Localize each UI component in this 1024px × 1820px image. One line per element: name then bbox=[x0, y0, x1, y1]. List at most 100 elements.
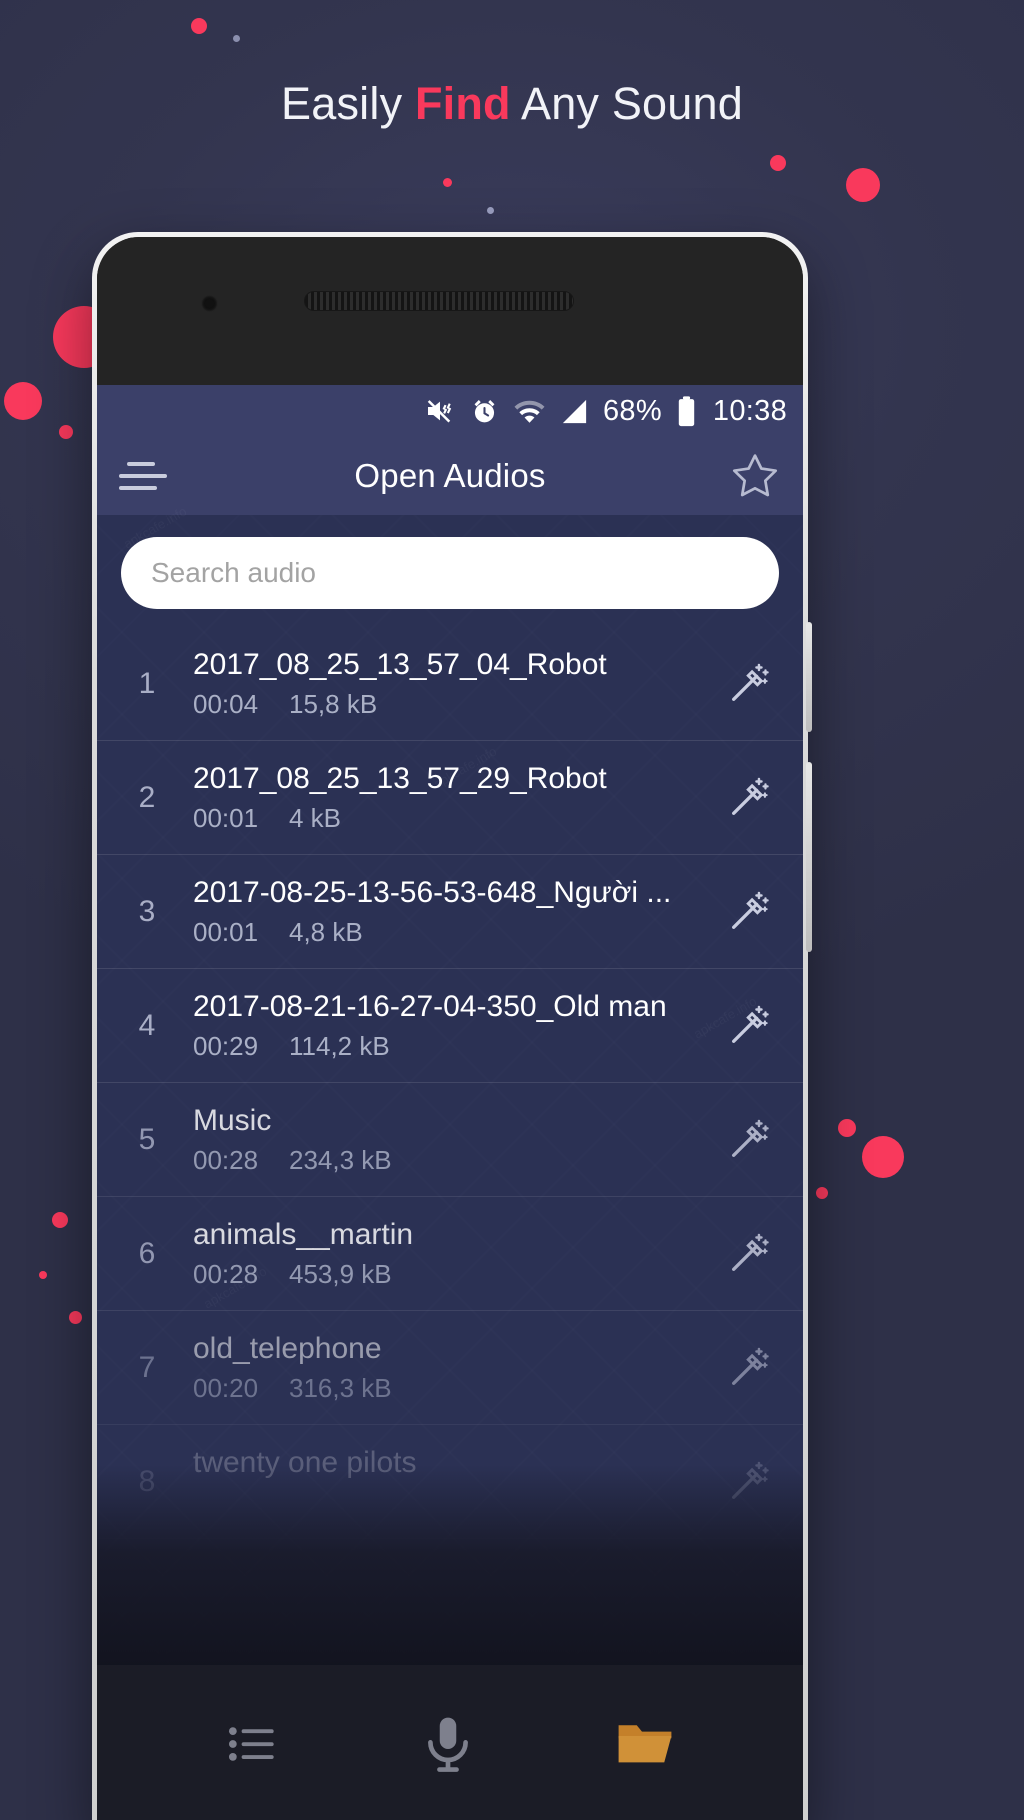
cell-signal-icon bbox=[562, 399, 587, 423]
phone-mockup: 68% 10:38 Open Audios Search audio 1 201… bbox=[92, 232, 812, 1820]
decor-dot bbox=[59, 425, 73, 439]
status-bar-clock: 10:38 bbox=[712, 394, 787, 427]
row-index: 5 bbox=[138, 1122, 156, 1156]
page-title: Easily Find Any Sound bbox=[0, 78, 1024, 130]
front-camera-icon bbox=[201, 295, 218, 312]
audio-list: 1 2017_08_25_13_57_04_Robot 00:04 15,8 kB bbox=[97, 627, 803, 1539]
decor-dot bbox=[191, 18, 207, 34]
table-row[interactable]: 1 2017_08_25_13_57_04_Robot 00:04 15,8 kB bbox=[97, 627, 803, 741]
status-bar: 68% 10:38 bbox=[97, 385, 803, 437]
row-title: old_telephone bbox=[193, 1332, 382, 1366]
magic-wand-icon[interactable] bbox=[721, 1345, 777, 1391]
magic-wand-icon[interactable] bbox=[721, 1117, 777, 1163]
decor-dot bbox=[39, 1271, 47, 1279]
star-outline-icon[interactable] bbox=[729, 449, 781, 503]
row-title: 2017-08-25-13-56-53-648_Người ... bbox=[193, 876, 672, 910]
row-meta: 00:04 15,8 kB bbox=[193, 689, 721, 720]
table-row[interactable]: 6 animals__martin 00:28 453,9 kB bbox=[97, 1197, 803, 1311]
magic-wand-icon[interactable] bbox=[721, 1231, 777, 1277]
table-row[interactable]: 4 2017-08-21-16-27-04-350_Old man 00:29 1… bbox=[97, 969, 803, 1083]
earpiece-speaker bbox=[304, 291, 574, 311]
headline-accent: Find bbox=[414, 78, 511, 129]
decor-dot bbox=[846, 168, 880, 202]
row-content: 2017_08_25_13_57_29_Robot 00:01 4 kB bbox=[175, 761, 721, 834]
row-size: 114,2 kB bbox=[289, 1030, 390, 1061]
row-title: Music bbox=[193, 1104, 272, 1138]
row-title: animals__martin bbox=[193, 1218, 414, 1252]
app-bar: Open Audios bbox=[97, 437, 803, 515]
row-meta: 00:28 234,3 kB bbox=[193, 1145, 721, 1176]
decor-dot bbox=[443, 178, 452, 187]
row-title: twenty one pilots bbox=[193, 1446, 417, 1480]
table-row[interactable]: 5 Music 00:28 234,3 kB bbox=[97, 1083, 803, 1197]
decor-dot bbox=[838, 1119, 856, 1137]
folder-icon[interactable] bbox=[612, 1711, 678, 1782]
row-duration: 00:28 bbox=[193, 1258, 259, 1289]
row-index: 8 bbox=[138, 1464, 156, 1498]
battery-percent-label: 68% bbox=[602, 394, 662, 427]
phone-volume-button bbox=[806, 622, 812, 732]
row-index: 7 bbox=[138, 1350, 156, 1384]
hamburger-menu-icon[interactable] bbox=[119, 462, 171, 490]
magic-wand-icon[interactable] bbox=[721, 661, 777, 707]
row-size: 316,3 kB bbox=[289, 1372, 392, 1403]
phone-power-button bbox=[806, 762, 812, 952]
row-meta: 00:28 453,9 kB bbox=[193, 1259, 721, 1290]
row-title: 2017_08_25_13_57_04_Robot bbox=[193, 648, 607, 682]
decor-dot bbox=[52, 1212, 68, 1228]
row-duration: 00:29 bbox=[193, 1030, 259, 1061]
row-title: 2017_08_25_13_57_29_Robot bbox=[193, 762, 607, 796]
row-index: 2 bbox=[138, 780, 156, 814]
row-index: 6 bbox=[138, 1236, 156, 1270]
decor-dot bbox=[4, 382, 42, 420]
decor-dot bbox=[862, 1136, 904, 1178]
row-index: 1 bbox=[138, 666, 156, 700]
microphone-icon[interactable] bbox=[415, 1711, 481, 1782]
volume-mute-vibrate-icon bbox=[427, 400, 452, 423]
decor-dot bbox=[816, 1187, 828, 1199]
row-size: 15,8 kB bbox=[289, 688, 378, 719]
wifi-icon bbox=[514, 400, 545, 423]
app-bar-title: Open Audios bbox=[354, 457, 546, 494]
decor-dot bbox=[770, 155, 786, 171]
magic-wand-icon[interactable] bbox=[721, 889, 777, 935]
table-row[interactable]: 8 twenty one pilots bbox=[97, 1425, 803, 1539]
search-input[interactable] bbox=[121, 537, 779, 609]
magic-wand-icon[interactable] bbox=[721, 1003, 777, 1049]
row-content: 2017-08-25-13-56-53-648_Người ... 00:01 4… bbox=[175, 875, 721, 948]
decor-dot bbox=[69, 1311, 82, 1324]
list-items-icon[interactable] bbox=[222, 1713, 284, 1780]
table-row[interactable]: 3 2017-08-25-13-56-53-648_Người ... 00:0… bbox=[97, 855, 803, 969]
magic-wand-icon[interactable] bbox=[721, 1459, 777, 1505]
row-content: 2017_08_25_13_57_04_Robot 00:04 15,8 kB bbox=[175, 647, 721, 720]
row-index: 3 bbox=[138, 894, 156, 928]
table-row[interactable]: 2 2017_08_25_13_57_29_Robot 00:01 4 kB bbox=[97, 741, 803, 855]
row-meta: 00:01 4,8 kB bbox=[193, 917, 721, 948]
search-bar bbox=[97, 515, 803, 627]
app-screen: 68% 10:38 Open Audios Search audio 1 201… bbox=[97, 385, 803, 1675]
row-meta bbox=[193, 1487, 721, 1518]
alarm-clock-icon bbox=[474, 399, 495, 422]
magic-wand-icon[interactable] bbox=[721, 775, 777, 821]
row-duration: 00:04 bbox=[193, 688, 259, 719]
row-content: twenty one pilots bbox=[175, 1445, 721, 1518]
row-size: 234,3 kB bbox=[289, 1144, 392, 1175]
row-size: 453,9 kB bbox=[289, 1258, 392, 1289]
row-size: 4 kB bbox=[289, 802, 342, 833]
row-content: old_telephone 00:20 316,3 kB bbox=[175, 1331, 721, 1404]
row-index: 4 bbox=[138, 1008, 156, 1042]
decor-dot bbox=[233, 35, 240, 42]
row-size: 4,8 kB bbox=[289, 916, 363, 947]
headline-part-1: Easily bbox=[281, 78, 415, 129]
row-content: animals__martin 00:28 453,9 kB bbox=[175, 1217, 721, 1290]
phone-top-bezel bbox=[97, 237, 803, 385]
row-duration: 00:28 bbox=[193, 1144, 259, 1175]
row-content: 2017-08-21-16-27-04-350_Old man 00:29 114… bbox=[175, 989, 721, 1062]
row-title: 2017-08-21-16-27-04-350_Old man bbox=[193, 990, 667, 1024]
table-row[interactable]: 7 old_telephone 00:20 316,3 kB bbox=[97, 1311, 803, 1425]
row-meta: 00:01 4 kB bbox=[193, 803, 721, 834]
battery-icon bbox=[678, 395, 695, 426]
headline-part-2: Any Sound bbox=[510, 78, 743, 129]
row-duration: 00:01 bbox=[193, 802, 259, 833]
row-duration: 00:01 bbox=[193, 916, 259, 947]
